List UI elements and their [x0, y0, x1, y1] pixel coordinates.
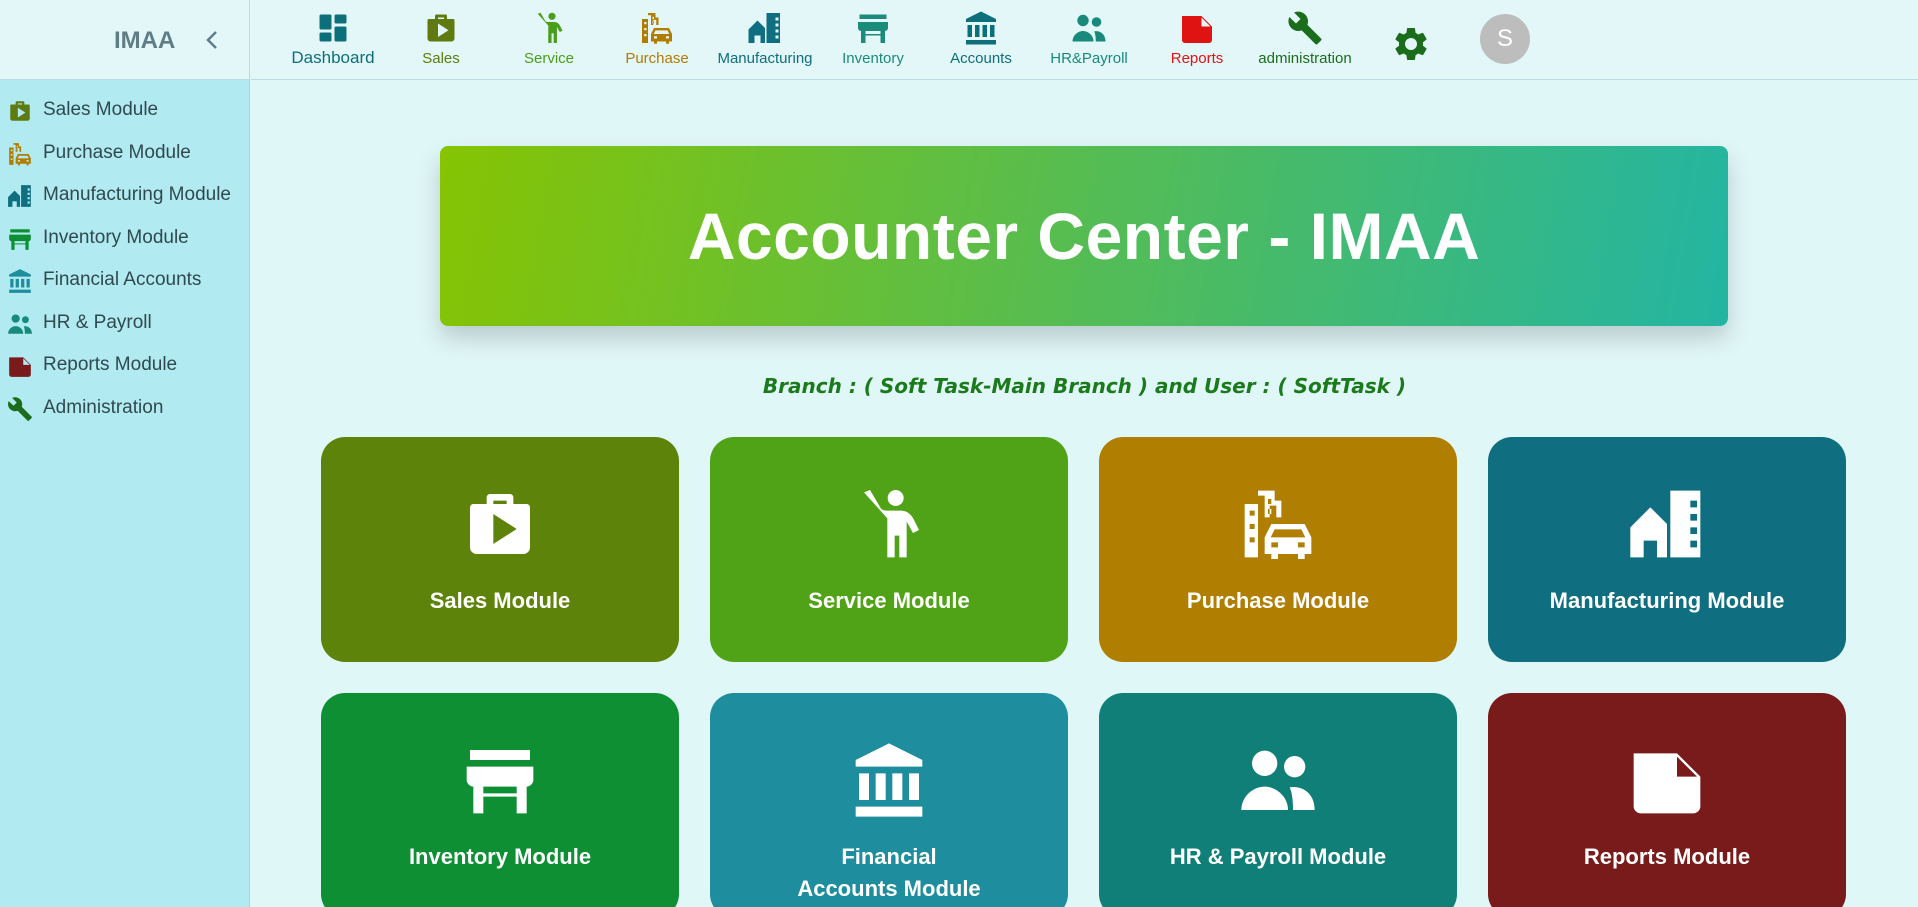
shopping-bag-icon	[423, 10, 459, 46]
people-icon	[1071, 10, 1107, 46]
sidebar-item-administration[interactable]: Administration	[0, 387, 250, 429]
sidebar-item-sales[interactable]: Sales Module	[0, 89, 250, 131]
card-inventory-module[interactable]: Inventory Module	[321, 693, 679, 907]
sidebar-item-label: Purchase Module	[43, 142, 191, 163]
sidebar-item-label: Administration	[43, 397, 164, 418]
nav-accounts[interactable]: Accounts	[927, 8, 1035, 72]
card-label: Service Module	[808, 588, 970, 613]
person-waving-icon	[531, 10, 567, 46]
chevron-left-icon	[206, 31, 217, 49]
store-icon	[855, 10, 891, 46]
welcome-banner: Accounter Center - IMAA	[440, 146, 1728, 326]
nav-dashboard[interactable]: Dashboard	[279, 8, 387, 72]
factory-icon	[747, 10, 783, 46]
card-label: Sales Module	[429, 588, 571, 613]
people-icon	[7, 311, 33, 337]
building-car-icon	[1238, 484, 1318, 564]
card-reports-module[interactable]: Reports Module	[1488, 693, 1846, 907]
report-icon	[1179, 10, 1215, 46]
sidebar-item-label: Inventory Module	[43, 227, 189, 248]
nav-manufacturing[interactable]: Manufacturing	[711, 8, 819, 72]
sidebar-item-purchase[interactable]: Purchase Module	[0, 132, 250, 174]
people-icon	[1238, 740, 1318, 820]
card-label: HR & Payroll Module	[1169, 844, 1387, 869]
nav-label: administration	[1258, 50, 1352, 67]
person-waving-icon	[849, 484, 929, 564]
collapse-sidebar-button[interactable]	[200, 26, 224, 54]
card-label: Purchase Module	[1186, 588, 1370, 613]
nav-purchase[interactable]: Purchase	[603, 8, 711, 72]
store-icon	[7, 226, 33, 252]
sidebar: Sales Module Purchase Module Manufacturi…	[0, 80, 250, 907]
card-service-module[interactable]: Service Module	[710, 437, 1068, 662]
sidebar-item-label: Financial Accounts	[43, 269, 202, 290]
report-icon	[1627, 740, 1707, 820]
store-icon	[460, 740, 540, 820]
building-car-icon	[7, 141, 33, 167]
nav-inventory[interactable]: Inventory	[819, 8, 927, 72]
user-avatar[interactable]: S	[1480, 14, 1530, 64]
report-icon	[7, 353, 33, 379]
sidebar-item-reports[interactable]: Reports Module	[0, 344, 250, 386]
card-sales-module[interactable]: Sales Module	[321, 437, 679, 662]
top-navigation: Dashboard Sales Service Purchase Manufac…	[251, 0, 1918, 80]
shopping-bag-icon	[7, 98, 33, 124]
sidebar-item-label: Sales Module	[43, 99, 159, 120]
shopping-bag-icon	[460, 484, 540, 564]
sidebar-item-hr-payroll[interactable]: HR & Payroll	[0, 302, 250, 344]
card-manufacturing-module[interactable]: Manufacturing Module	[1488, 437, 1846, 662]
sidebar-item-label: HR & Payroll	[43, 312, 152, 333]
card-purchase-module[interactable]: Purchase Module	[1099, 437, 1457, 662]
sidebar-item-financial-accounts[interactable]: Financial Accounts	[0, 259, 250, 301]
gear-icon	[1395, 27, 1427, 60]
brand-name: IMAA	[114, 27, 176, 54]
factory-icon	[7, 183, 33, 209]
wrench-icon	[1287, 10, 1323, 46]
branch-user-info: Branch : ( Soft Task-Main Branch ) and U…	[762, 374, 1407, 398]
card-hr-payroll-module[interactable]: HR & Payroll Module	[1099, 693, 1457, 907]
card-label: Reports Module	[1583, 844, 1751, 869]
page-title: Accounter Center - IMAA	[687, 199, 1481, 273]
sidebar-item-label: Reports Module	[43, 354, 178, 375]
card-financial-accounts-module[interactable]: Financial Accounts Module	[710, 693, 1068, 907]
building-car-icon	[639, 10, 675, 46]
wrench-icon	[7, 396, 33, 422]
dashboard-icon	[315, 10, 351, 46]
sidebar-item-label: Manufacturing Module	[43, 184, 231, 205]
card-label: Financial Accounts Module	[797, 844, 981, 901]
card-label: Inventory Module	[408, 844, 592, 869]
sidebar-header: IMAA	[0, 0, 250, 80]
bank-icon	[7, 268, 33, 294]
bank-icon	[849, 740, 929, 820]
bank-icon	[963, 10, 999, 46]
settings-button[interactable]	[1391, 24, 1431, 64]
sidebar-item-inventory[interactable]: Inventory Module	[0, 217, 250, 259]
nav-hr-payroll[interactable]: HR&Payroll	[1035, 8, 1143, 72]
sidebar-item-manufacturing[interactable]: Manufacturing Module	[0, 174, 250, 216]
factory-icon	[1627, 484, 1707, 564]
nav-sales[interactable]: Sales	[387, 8, 495, 72]
nav-reports[interactable]: Reports	[1143, 8, 1251, 72]
nav-administration[interactable]: administration	[1251, 8, 1359, 72]
card-label: Manufacturing Module	[1549, 588, 1785, 613]
nav-service[interactable]: Service	[495, 8, 603, 72]
